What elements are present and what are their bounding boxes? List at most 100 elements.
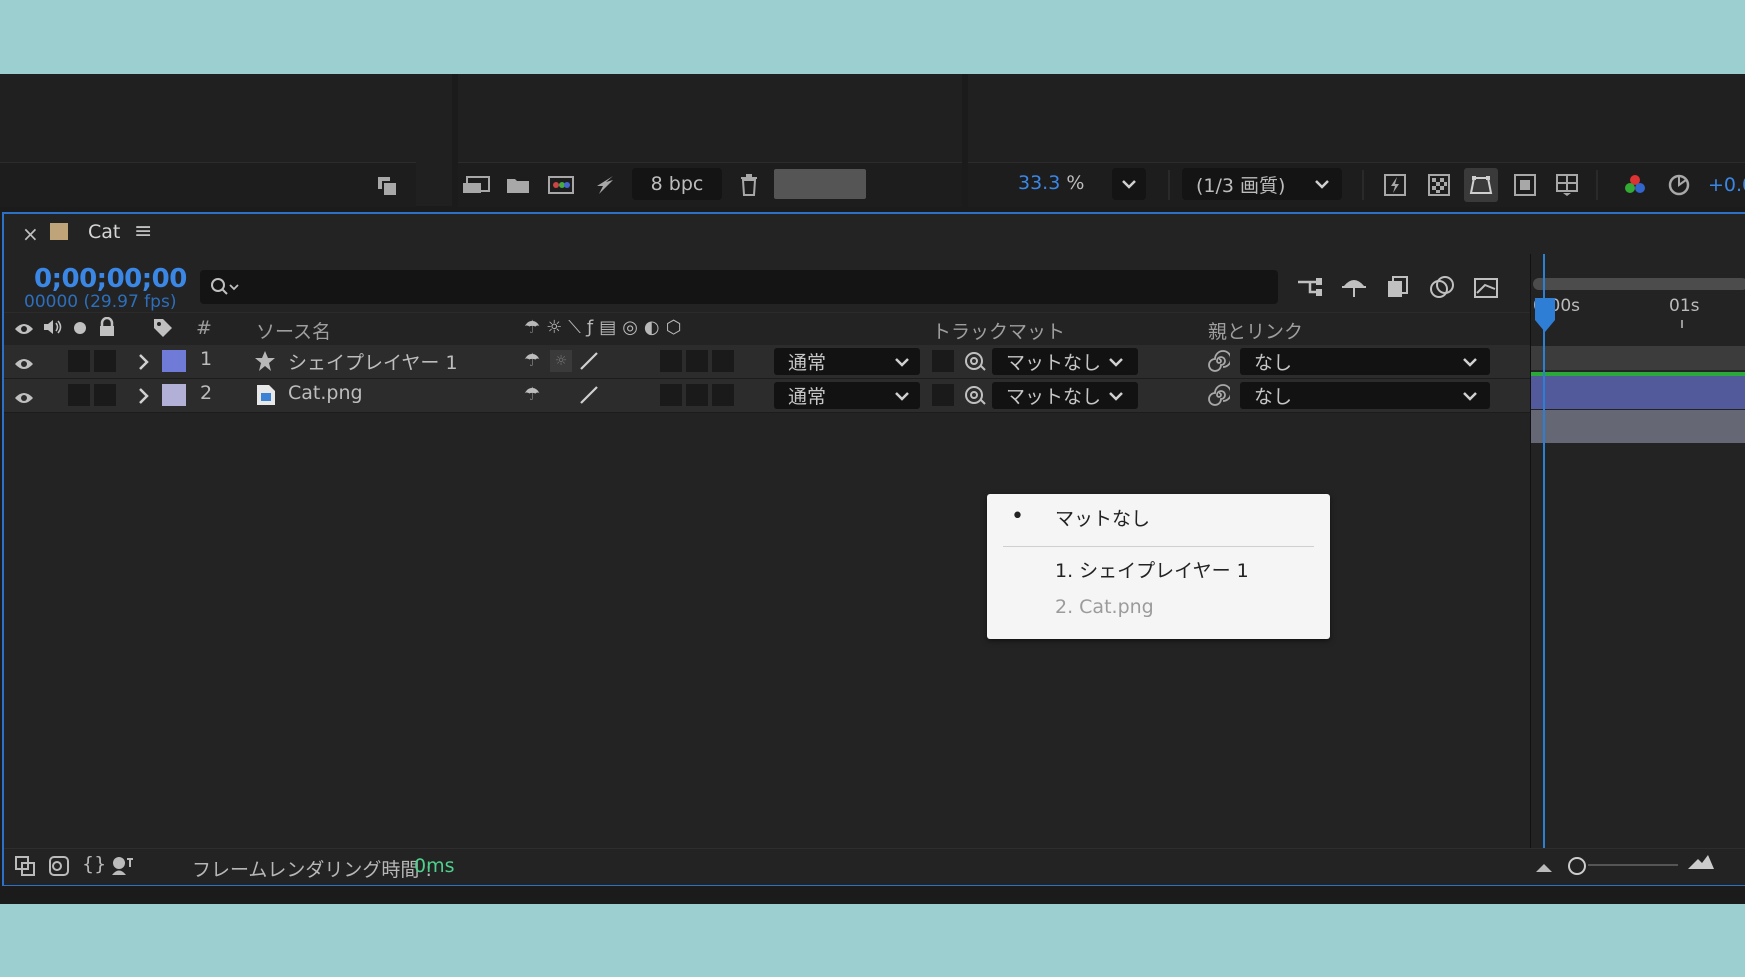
- fast-previews-icon[interactable]: [1380, 170, 1410, 200]
- source-name-header[interactable]: ソース名: [256, 317, 331, 344]
- time-ruler[interactable]: 0:00s 01s: [1531, 274, 1745, 328]
- graph-editor-icon[interactable]: [1470, 272, 1502, 302]
- frame-blending-icon[interactable]: [1382, 272, 1414, 302]
- blend-mode-select[interactable]: 通常: [774, 382, 920, 409]
- effect-switch[interactable]: [660, 350, 682, 372]
- parent-link-header[interactable]: 親とリンク: [1208, 317, 1303, 344]
- zoom-readout[interactable]: 33.3%: [1018, 172, 1084, 194]
- current-time-indicator[interactable]: [1543, 254, 1545, 874]
- zoom-out-icon[interactable]: [1534, 857, 1554, 879]
- matte-pickwhip-icon[interactable]: [964, 384, 986, 411]
- render-queue-icon[interactable]: [588, 170, 620, 200]
- track-matte-select[interactable]: マットなし: [992, 348, 1138, 375]
- audio-speaker-icon[interactable]: [42, 318, 64, 341]
- mask-visibility-icon[interactable]: [1464, 168, 1498, 202]
- effect-switch[interactable]: [660, 384, 682, 406]
- menu-divider: [1003, 546, 1314, 547]
- 3d-switch[interactable]: [712, 350, 734, 372]
- render-time-toggle-icon[interactable]: [110, 855, 134, 882]
- flowchart-icon[interactable]: [372, 171, 402, 201]
- column-number-header[interactable]: #: [196, 317, 212, 339]
- zoom-slider-handle[interactable]: [1568, 857, 1586, 875]
- composition-mini-flowchart-icon[interactable]: [1294, 272, 1326, 302]
- motion-blur-icon[interactable]: [1426, 272, 1458, 302]
- shy-switch-icon[interactable]: ☂: [524, 350, 540, 371]
- collapse-switch-icon[interactable]: ☼: [550, 350, 572, 372]
- video-eye-icon[interactable]: [14, 319, 34, 341]
- lock-icon[interactable]: [98, 316, 116, 342]
- 3d-switch[interactable]: [712, 384, 734, 406]
- quality-switch-icon[interactable]: [578, 384, 600, 411]
- transfer-controls-toggle-icon[interactable]: [48, 855, 70, 882]
- layer-name[interactable]: シェイプレイヤー 1: [288, 348, 458, 375]
- close-tab-button[interactable]: ×: [22, 222, 39, 246]
- chevron-down-icon: [1463, 392, 1477, 401]
- label-tag-icon[interactable]: [152, 317, 174, 344]
- zoom-unit: %: [1066, 172, 1085, 194]
- menu-item-shape-layer[interactable]: 1. シェイプレイヤー 1: [1055, 556, 1249, 583]
- track-matte-select[interactable]: マットなし: [992, 382, 1138, 409]
- interpret-footage-icon[interactable]: [458, 170, 494, 200]
- layer-name[interactable]: Cat.png: [288, 382, 363, 404]
- parent-select[interactable]: なし: [1240, 382, 1490, 409]
- solo-switch[interactable]: [68, 350, 90, 372]
- parent-select[interactable]: なし: [1240, 348, 1490, 375]
- timeline-panel: × Cat ≡ 0;00;00;00 00000 (29.97 fps) # ソ…: [2, 212, 1745, 886]
- parent-pickwhip-icon[interactable]: [1208, 384, 1232, 411]
- adjustment-switch[interactable]: [686, 350, 708, 372]
- layer-row[interactable]: 1 シェイプレイヤー 1 ☂ ☼ 通常 マットなし なし: [4, 345, 1530, 379]
- layer-label-color[interactable]: [162, 384, 186, 406]
- zoom-slider-track[interactable]: [1588, 864, 1678, 866]
- expand-chevron-icon[interactable]: [138, 353, 150, 376]
- adjustment-switch[interactable]: [686, 384, 708, 406]
- layer-duration-bar[interactable]: [1531, 410, 1745, 443]
- exposure-value[interactable]: +0.0: [1708, 174, 1745, 196]
- timeline-area[interactable]: 0:00s 01s: [1530, 254, 1745, 874]
- composition-tab-title[interactable]: Cat: [88, 221, 120, 243]
- region-of-interest-icon[interactable]: [1510, 170, 1540, 200]
- solo-dot-icon[interactable]: [74, 322, 86, 334]
- transparency-grid-icon[interactable]: [1424, 170, 1454, 200]
- new-composition-icon[interactable]: [545, 170, 577, 200]
- bit-depth-button[interactable]: 8 bpc: [632, 168, 722, 200]
- parent-pickwhip-icon[interactable]: [1208, 350, 1232, 377]
- resolution-dropdown[interactable]: (1/3 画質): [1182, 168, 1342, 200]
- new-folder-icon[interactable]: [502, 170, 534, 200]
- solo-switch[interactable]: [68, 384, 90, 406]
- track-matte-dropdown-menu: • マットなし 1. シェイプレイヤー 1 2. Cat.png: [987, 494, 1330, 639]
- current-time-display[interactable]: 0;00;00;00: [34, 264, 187, 294]
- visibility-eye-icon[interactable]: [14, 354, 34, 376]
- visibility-eye-icon[interactable]: [14, 388, 34, 410]
- expand-chevron-icon[interactable]: [138, 387, 150, 410]
- panel-menu-icon[interactable]: ≡: [134, 219, 152, 244]
- zoom-dropdown[interactable]: [1112, 168, 1146, 200]
- layer-label-color[interactable]: [162, 350, 186, 372]
- lock-switch[interactable]: [94, 384, 116, 406]
- matte-toggle[interactable]: [932, 350, 954, 372]
- layer-row[interactable]: 2 Cat.png ☂ 通常 マットなし なし: [4, 379, 1530, 413]
- layer-switches-toggle-icon[interactable]: [14, 855, 36, 882]
- show-channel-icon[interactable]: [1620, 170, 1650, 200]
- column-headers: # ソース名 ☂☼⟍ƒ▤◎◐⬡ トラックマット 親とリンク: [4, 312, 1530, 345]
- shy-switch-icon[interactable]: ☂: [524, 384, 540, 405]
- divider: [1168, 170, 1170, 200]
- layer-search-input[interactable]: [200, 270, 1278, 304]
- trash-icon[interactable]: [734, 170, 764, 200]
- chevron-down-icon: [1109, 392, 1123, 401]
- lock-switch[interactable]: [94, 350, 116, 372]
- blend-mode-value: 通常: [788, 386, 827, 408]
- blend-mode-select[interactable]: 通常: [774, 348, 920, 375]
- playhead-handle-icon[interactable]: [1533, 298, 1557, 332]
- layer-duration-bar[interactable]: [1531, 376, 1745, 409]
- zoom-in-icon[interactable]: [1686, 853, 1716, 876]
- grid-guide-icon[interactable]: [1552, 170, 1582, 200]
- quality-switch-icon[interactable]: [578, 350, 600, 377]
- track-matte-header[interactable]: トラックマット: [932, 317, 1065, 344]
- matte-pickwhip-icon[interactable]: [964, 350, 986, 377]
- matte-toggle[interactable]: [932, 384, 954, 406]
- work-area-bar[interactable]: [1533, 278, 1745, 290]
- in-out-toggle-icon[interactable]: {}: [82, 853, 106, 875]
- menu-item-no-matte[interactable]: マットなし: [1055, 504, 1150, 531]
- shy-layers-icon[interactable]: [1338, 272, 1370, 302]
- reset-exposure-icon[interactable]: [1664, 170, 1694, 200]
